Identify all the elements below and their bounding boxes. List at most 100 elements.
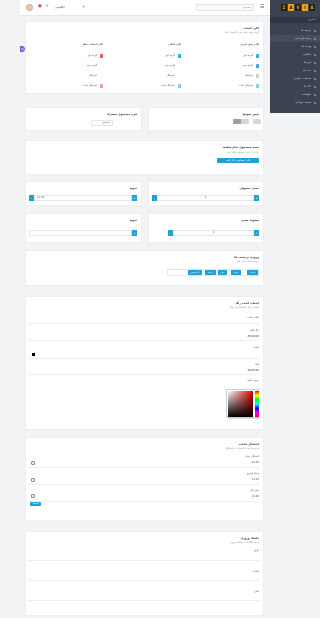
search-field[interactable]: جستجو [91, 120, 113, 126]
hamburger-icon[interactable]: ☰ [260, 4, 264, 11]
increment-button[interactable]: + [254, 195, 259, 201]
field-label: ساعت [252, 570, 259, 573]
card-title: ماسک ورودی [240, 536, 259, 540]
user-avatar[interactable] [26, 4, 33, 11]
language-selector[interactable]: انگلیسی [55, 4, 65, 11]
checkbox[interactable] [255, 74, 259, 78]
sidebar-item[interactable]: زمینه های فرم ‹ [270, 35, 320, 42]
sidebar-item[interactable]: اسلایدر ‹ [270, 51, 320, 58]
sidebar: ZAVIA داشبورد ترجمه ها ‹ زمینه های فرم ‹ و… [270, 0, 320, 113]
sidebar-item[interactable]: لاگ ها ‹ [270, 83, 320, 90]
tag-chip[interactable]: زمینه [231, 270, 241, 275]
divider [28, 467, 259, 468]
switch-toggle[interactable] [253, 119, 261, 124]
clock-icon[interactable] [31, 461, 35, 465]
checkbox-label: غیرفعال [244, 74, 253, 77]
time-value[interactable]: 12:00 [252, 461, 259, 464]
card-title: ورودی برچسب ها [234, 255, 259, 259]
chevron-icon: ‹ [273, 37, 275, 40]
masked-phone-input[interactable] [28, 600, 259, 601]
sidebar-item[interactable]: ترجمه ها ‹ [270, 27, 320, 34]
quantity-stepper[interactable]: 10.00 [34, 195, 132, 201]
stepper-card: نمونه - 10.00 + [25, 181, 142, 206]
sidebar-item[interactable]: تنظیمات ‹ [270, 91, 320, 98]
tag-chip[interactable]: کد نویسی [187, 270, 202, 275]
chevron-icon: ‹ [273, 77, 275, 80]
field-label: تاریخ [254, 549, 259, 552]
chevron-icon: ‹ [273, 93, 275, 96]
quantity-stepper[interactable]: 0 [173, 230, 254, 236]
tags-card: ورودی برچسب ها برچسب ها را وارد کنید امن… [25, 250, 264, 286]
stepper-card: پیشوند حسی - 0 + [148, 213, 264, 243]
card-title: نمونه [129, 186, 137, 190]
increment-button[interactable]: + [132, 195, 137, 201]
chevron-icon: ‹ [273, 29, 275, 32]
alpha-slider[interactable] [228, 417, 258, 419]
masked-time-input[interactable] [28, 580, 259, 581]
increment-button[interactable]: + [132, 230, 137, 236]
field-label: نمونه [253, 346, 259, 349]
select-time-button[interactable]: انتخاب [30, 502, 41, 506]
clock-icon[interactable] [31, 478, 35, 482]
checkbox-danger[interactable]: ✓ [99, 54, 103, 58]
quantity-stepper[interactable]: 0 [157, 195, 254, 201]
field-label: حالت ساده [247, 316, 259, 319]
clock-icon[interactable] [31, 494, 35, 498]
checkbox[interactable]: ✓ [255, 84, 259, 88]
field-label: تلفن [254, 590, 259, 593]
card-subtitle: برچسب ها را وارد کنید [236, 260, 259, 263]
hex-value[interactable]: #000000 [247, 335, 259, 338]
hue-slider[interactable] [254, 391, 259, 417]
tag-chip[interactable]: برنامه [205, 270, 216, 275]
sidebar-item[interactable]: صفحه دوستان ‹ [270, 99, 320, 106]
card-title: کادر انتخاب [243, 26, 259, 30]
card-title: انتخاب کننده رنگ [235, 301, 259, 305]
stepper-card: حسی معمولی - 0 + [148, 181, 264, 206]
card-subtitle: ورود ساعت با استفاده از انتخابگر [225, 447, 259, 450]
time-picker-card: انتخابگر ساعت ورود ساعت با استفاده از ان… [25, 437, 264, 521]
time-value[interactable]: 13:14 [252, 478, 259, 481]
masked-date-input[interactable] [28, 560, 259, 561]
sidebar-item[interactable]: فرم ها ‹ [270, 59, 320, 66]
tag-chip[interactable]: امنیت [247, 270, 258, 275]
menu-item-icon [313, 85, 316, 88]
checkbox-danger[interactable]: ✓ [99, 84, 103, 88]
menu-item-icon [313, 29, 316, 32]
checkbox[interactable]: ✓ [177, 54, 181, 58]
saturation-area[interactable] [228, 391, 253, 417]
tag-chip[interactable]: مدل [217, 270, 227, 275]
inline-color-picker[interactable] [226, 389, 259, 419]
checkbox[interactable]: ✓ [255, 54, 259, 58]
chevron-icon: ‹ [273, 85, 275, 88]
open-search-button[interactable]: کادر جستجو را باز کنید [217, 158, 259, 163]
card-title: پیشوند حسی [240, 218, 259, 222]
checkbox[interactable]: ✓ [255, 64, 259, 68]
checkbox[interactable]: ✓ [177, 84, 181, 88]
card-subtitle: برای باز کردن جستجو کلیک کنید [227, 151, 259, 154]
color-input-simple[interactable] [28, 323, 259, 324]
time-value[interactable]: 11:00 [252, 495, 259, 498]
search-input[interactable]: جستجو [196, 4, 254, 11]
fullscreen-search-card: جعبه جستجوی تمام صفحه برای باز کردن جستج… [25, 140, 264, 175]
menu-item-icon [313, 45, 316, 48]
increment-button[interactable]: + [254, 230, 259, 236]
card-title: فرم جستجوی مشترک [106, 112, 137, 116]
flag-icon[interactable]: ⚑ [82, 3, 85, 11]
divider [28, 358, 259, 359]
checkbox-label: گزینه دوم [242, 64, 253, 67]
switch-toggle[interactable] [233, 119, 249, 124]
color-swatch[interactable] [32, 353, 35, 356]
field-label: پایین کار [250, 489, 259, 492]
chevron-icon: ‹ [273, 101, 275, 104]
crown-icon[interactable]: ♕ [45, 3, 49, 11]
sidebar-item[interactable]: ثبت نام ‹ [270, 67, 320, 74]
sidebar-item[interactable]: ویجت ها ‹ [270, 43, 320, 50]
alpha-value[interactable]: #000000 [247, 369, 259, 372]
bell-icon[interactable]: ● [38, 3, 42, 11]
menu-item-icon [313, 93, 316, 96]
checkbox-label: غیرفعال [166, 74, 175, 77]
stepper-card: نمونه + [25, 213, 142, 243]
quantity-stepper[interactable] [29, 230, 132, 236]
card-subtitle: ورود اطلاعات با ماسک ورودی [229, 541, 259, 544]
sidebar-item[interactable]: صفحات عمومی ‹ [270, 75, 320, 82]
